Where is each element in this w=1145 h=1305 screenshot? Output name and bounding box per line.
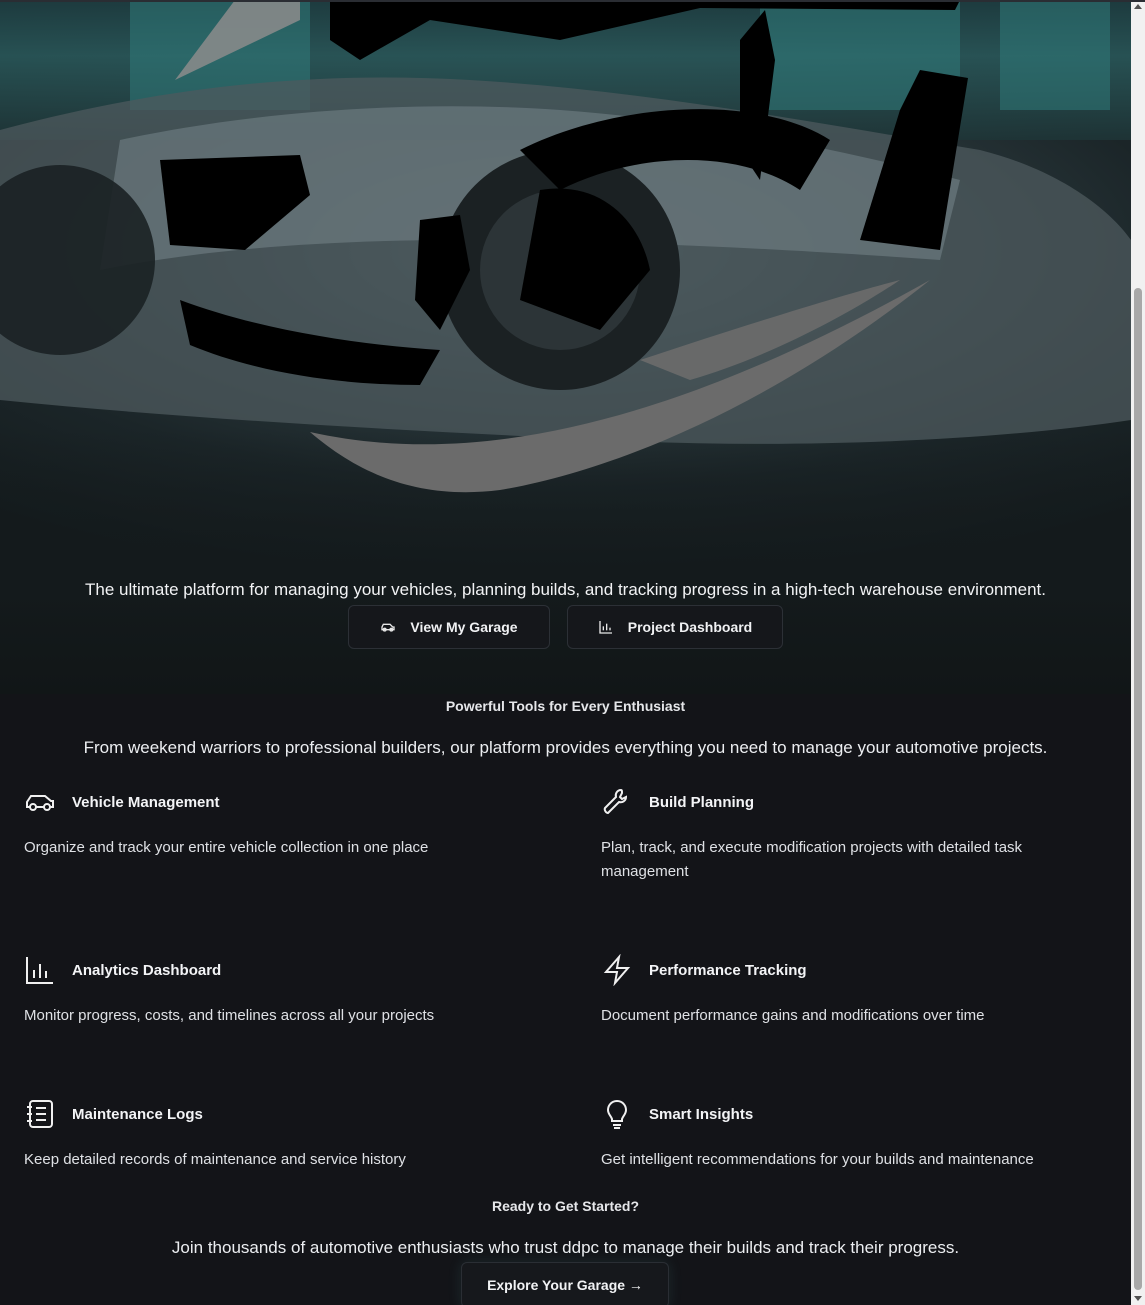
project-dashboard-label: Project Dashboard: [627, 619, 753, 635]
cta-subtitle: Join thousands of automotive enthusiasts…: [171, 1238, 960, 1257]
bar-chart-icon: [26, 957, 53, 984]
feature-maintenance-logs: Maintenance Logs Keep detailed records o…: [24, 1098, 504, 1172]
feature-title: Build Planning: [649, 793, 754, 811]
feature-analytics-dashboard: Analytics Dashboard Monitor progress, co…: [24, 954, 504, 1028]
feature-performance-tracking: Performance Tracking Document performanc…: [601, 954, 1071, 1028]
bar-chart-icon: [599, 621, 612, 634]
feature-description: Get intelligent recommendations for your…: [601, 1151, 1034, 1168]
lightbulb-icon: [606, 1099, 628, 1129]
hero-section: The ultimate platform for managing your …: [0, 0, 1131, 694]
feature-description: Document performance gains and modificat…: [601, 1007, 985, 1024]
explore-your-garage-button[interactable]: Explore Your Garage →: [461, 1262, 669, 1305]
feature-description: Organize and track your entire vehicle c…: [24, 839, 429, 856]
feature-description: Keep detailed records of maintenance and…: [24, 1151, 406, 1168]
car-icon: [26, 795, 54, 811]
features-title: Powerful Tools for Every Enthusiast: [445, 698, 686, 714]
feature-description: Plan, track, and execute modification pr…: [601, 839, 1023, 880]
feature-title: Smart Insights: [649, 1105, 754, 1123]
feature-title: Vehicle Management: [72, 793, 220, 811]
notebook-icon: [27, 1100, 53, 1128]
car-icon: [381, 623, 396, 632]
cta-title: Ready to Get Started?: [491, 1198, 640, 1214]
scroll-up-arrow[interactable]: [1134, 4, 1142, 9]
top-border: [0, 0, 1145, 2]
feature-smart-insights: Smart Insights Get intelligent recommend…: [601, 1098, 1071, 1172]
project-dashboard-button[interactable]: Project Dashboard: [567, 605, 783, 649]
features-subtitle: From weekend warriors to professional bu…: [83, 738, 1048, 757]
lightning-icon: [603, 954, 631, 986]
hero-tagline: The ultimate platform for managing your …: [84, 580, 1047, 599]
feature-title: Maintenance Logs: [72, 1105, 203, 1123]
view-my-garage-label: View My Garage: [410, 619, 518, 635]
scroll-down-arrow[interactable]: [1134, 1296, 1142, 1301]
page-scrollbar[interactable]: [1131, 0, 1145, 1305]
view-my-garage-button[interactable]: View My Garage: [348, 605, 550, 649]
feature-description: Monitor progress, costs, and timelines a…: [24, 1007, 435, 1024]
feature-title: Analytics Dashboard: [72, 961, 222, 979]
feature-title: Performance Tracking: [649, 961, 807, 979]
wrench-icon: [603, 788, 628, 815]
feature-vehicle-management: Vehicle Management Organize and track yo…: [24, 786, 504, 860]
scrollbar-thumb[interactable]: [1134, 288, 1142, 1290]
hero-button-group: View My Garage Project Dashboard: [348, 605, 783, 649]
feature-build-planning: Build Planning Plan, track, and execute …: [601, 786, 1071, 884]
